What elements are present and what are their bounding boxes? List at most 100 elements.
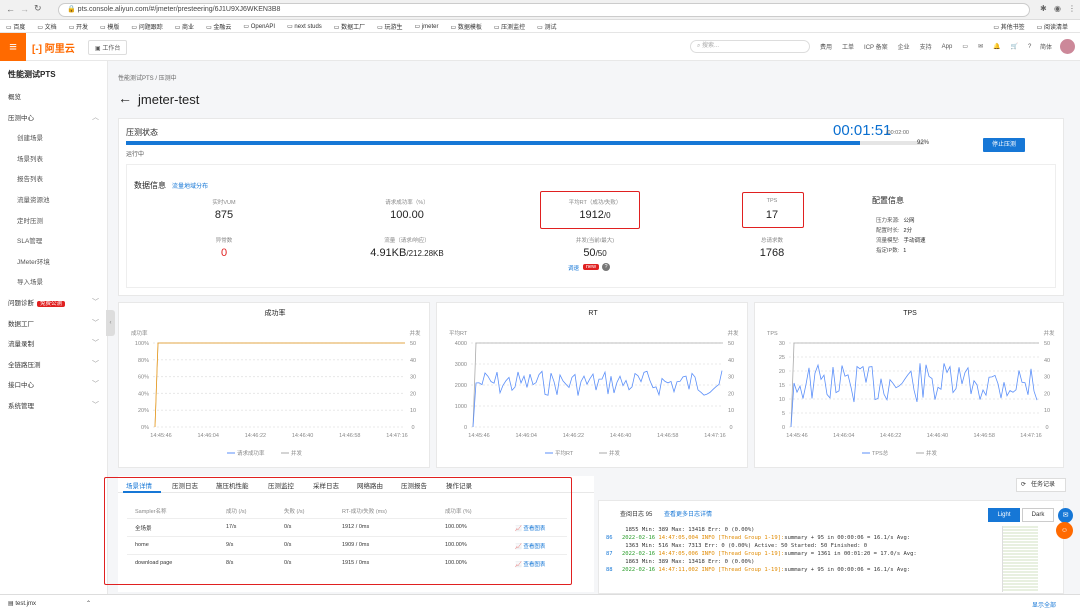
dark-theme-button[interactable]: Dark: [1022, 508, 1054, 522]
help-icon[interactable]: ?: [602, 263, 610, 271]
back-arrow-icon[interactable]: ←: [118, 90, 132, 106]
top-menu-item[interactable]: 支持: [920, 42, 932, 51]
bookmark-item[interactable]: ▭ next studs: [287, 23, 322, 30]
chart-title: 成功率: [265, 308, 286, 317]
profile-icon[interactable]: ◉: [1054, 4, 1061, 13]
bookmark-item[interactable]: ▭ 文档: [37, 22, 56, 31]
metric-main: 1912: [579, 209, 604, 221]
extensions-icon[interactable]: ✱: [1040, 4, 1047, 13]
tab-6[interactable]: 网络路由: [357, 480, 383, 490]
sidebar-collapse-icon[interactable]: ‹: [106, 310, 115, 336]
sidebar-item[interactable]: 接口中心: [8, 379, 34, 389]
stop-test-button[interactable]: 停止压测: [983, 138, 1025, 152]
aliyun-logo[interactable]: [-] 阿里云: [32, 40, 75, 55]
language-switch[interactable]: 简体: [1040, 42, 1052, 51]
sidebar-item[interactable]: 数据工厂: [8, 318, 34, 328]
help-icon[interactable]: ?: [1028, 44, 1031, 50]
row-divider: [127, 518, 567, 519]
row-divider: [127, 554, 567, 555]
bell-icon[interactable]: 🔔: [993, 43, 1000, 50]
log-content[interactable]: 1855 Min: 389 Max: 13418 Err: 0 (0.00%) 8…: [606, 526, 996, 592]
sidebar-item[interactable]: JMeter环境: [17, 256, 50, 266]
bookmark-item[interactable]: ▭ 商业: [175, 22, 194, 31]
tab-7[interactable]: 压测报告: [401, 480, 427, 490]
search-input[interactable]: ⌕ 搜索...: [690, 40, 810, 53]
chevron-down-icon[interactable]: ﹀: [92, 379, 99, 389]
speed-adjust-link[interactable]: 调速: [568, 264, 579, 272]
log-minimap[interactable]: [1002, 526, 1038, 592]
bookmark-item[interactable]: ▭ 模版: [100, 22, 119, 31]
address-bar[interactable]: 🔒 pts.console.aliyun.com/#/jmeter/preste…: [58, 3, 1030, 17]
sidebar-item[interactable]: 压测中心: [8, 112, 34, 122]
sidebar-item[interactable]: 创建场景: [17, 132, 43, 142]
sidebar-item[interactable]: 流量资源池: [17, 194, 50, 204]
bookmark-item[interactable]: ▭ 玩游生: [377, 22, 402, 31]
message-icon[interactable]: ✉: [978, 43, 983, 50]
chevron-down-icon[interactable]: ﹀: [92, 400, 99, 410]
sidebar-item[interactable]: 流量录制: [8, 338, 34, 348]
view-chart-link[interactable]: 📈 查看图表: [515, 560, 545, 568]
workbench-button[interactable]: ▣ 工作台: [88, 40, 128, 55]
task-record-button[interactable]: ⟳ 任务记录: [1016, 478, 1066, 492]
bookmark-item[interactable]: ▭ 数据工厂: [334, 22, 365, 31]
sidebar-item[interactable]: 全链路压测: [8, 359, 41, 369]
x-tick-label: 14:46:22: [880, 433, 901, 439]
chevron-up-icon[interactable]: ︿: [92, 112, 99, 122]
tab-1[interactable]: 场景详情: [126, 480, 152, 490]
breadcrumb[interactable]: 性能测试PTS / 压测中: [118, 73, 177, 82]
total-duration: /00:02:00: [886, 130, 909, 136]
light-theme-button[interactable]: Light: [988, 508, 1020, 522]
bookmark-item[interactable]: ▭ jmeter: [414, 23, 438, 30]
chevron-up-icon[interactable]: ⌃: [86, 601, 91, 607]
tab-2[interactable]: 压测日志: [172, 480, 198, 490]
bookmarks-right: ▭ 其他书签 ▭ 阅读清单: [993, 22, 1068, 31]
sidebar-item[interactable]: 场景列表: [17, 153, 43, 163]
chevron-down-icon[interactable]: ﹀: [92, 318, 99, 328]
bookmark-item[interactable]: ▭ 问题跟踪: [131, 22, 162, 31]
avatar[interactable]: [1060, 39, 1075, 54]
bookmark-item[interactable]: ▭ 其他书签: [993, 22, 1024, 31]
bookmark-item[interactable]: ▭ 数据模板: [450, 22, 481, 31]
traffic-region-link[interactable]: 流量地域分布: [172, 181, 208, 190]
top-menu-item[interactable]: ICP 备案: [864, 42, 888, 51]
sidebar-item[interactable]: 概览: [8, 91, 21, 101]
sidebar-item[interactable]: 系统管理: [8, 400, 34, 410]
bookmark-item[interactable]: ▭ 开发: [69, 22, 88, 31]
hamburger-icon[interactable]: ≡: [0, 33, 26, 61]
bookmark-item[interactable]: ▭ 百度: [6, 22, 25, 31]
tab-3[interactable]: 施压机性能: [216, 480, 249, 490]
download-item[interactable]: ▤ test.jmx ⌃: [8, 600, 91, 607]
chevron-down-icon[interactable]: ﹀: [92, 338, 99, 348]
sidebar-item[interactable]: SLA管理: [17, 235, 42, 245]
bookmark-item[interactable]: ▭ 阅读清单: [1037, 22, 1068, 31]
top-menu-item[interactable]: App: [942, 44, 953, 50]
view-chart-link[interactable]: 📈 查看图表: [515, 542, 545, 550]
chat-icon[interactable]: ✉: [1058, 508, 1073, 523]
monitor-icon[interactable]: ▭: [962, 43, 968, 50]
chevron-down-icon[interactable]: ﹀: [92, 359, 99, 369]
more-log-link[interactable]: 查看更多日志详情: [664, 509, 712, 518]
back-icon[interactable]: ←: [6, 4, 15, 14]
bookmark-item[interactable]: ▭ OpenAPI: [243, 23, 275, 30]
sidebar-item[interactable]: 问题诊断 免费公测: [8, 297, 66, 307]
top-menu-item[interactable]: 费用: [820, 42, 832, 51]
sidebar-item[interactable]: 报告列表: [17, 173, 43, 183]
view-chart-link[interactable]: 📈 查看图表: [515, 524, 545, 532]
bookmark-item[interactable]: ▭ 金融云: [206, 22, 231, 31]
reload-icon[interactable]: ↻: [34, 3, 42, 14]
tab-5[interactable]: 采样日志: [313, 480, 339, 490]
cart-icon[interactable]: 🛒: [1011, 43, 1018, 50]
top-menu-item[interactable]: 工单: [842, 42, 854, 51]
forward-icon[interactable]: →: [20, 4, 29, 14]
sidebar-item[interactable]: 定时压测: [17, 215, 43, 225]
tab-8[interactable]: 操作记录: [446, 480, 472, 490]
tab-4[interactable]: 压测监控: [268, 480, 294, 490]
assistant-icon[interactable]: ☺: [1056, 522, 1073, 539]
sidebar-item[interactable]: 导入场景: [17, 276, 43, 286]
top-menu-item[interactable]: 企业: [898, 42, 910, 51]
chevron-down-icon[interactable]: ﹀: [92, 297, 99, 307]
bookmark-item[interactable]: ▭ 压测监控: [494, 22, 525, 31]
bookmark-item[interactable]: ▭ 测试: [537, 22, 556, 31]
show-all-downloads[interactable]: 显示全部: [1032, 600, 1056, 609]
menu-icon[interactable]: ⋮: [1068, 4, 1076, 13]
